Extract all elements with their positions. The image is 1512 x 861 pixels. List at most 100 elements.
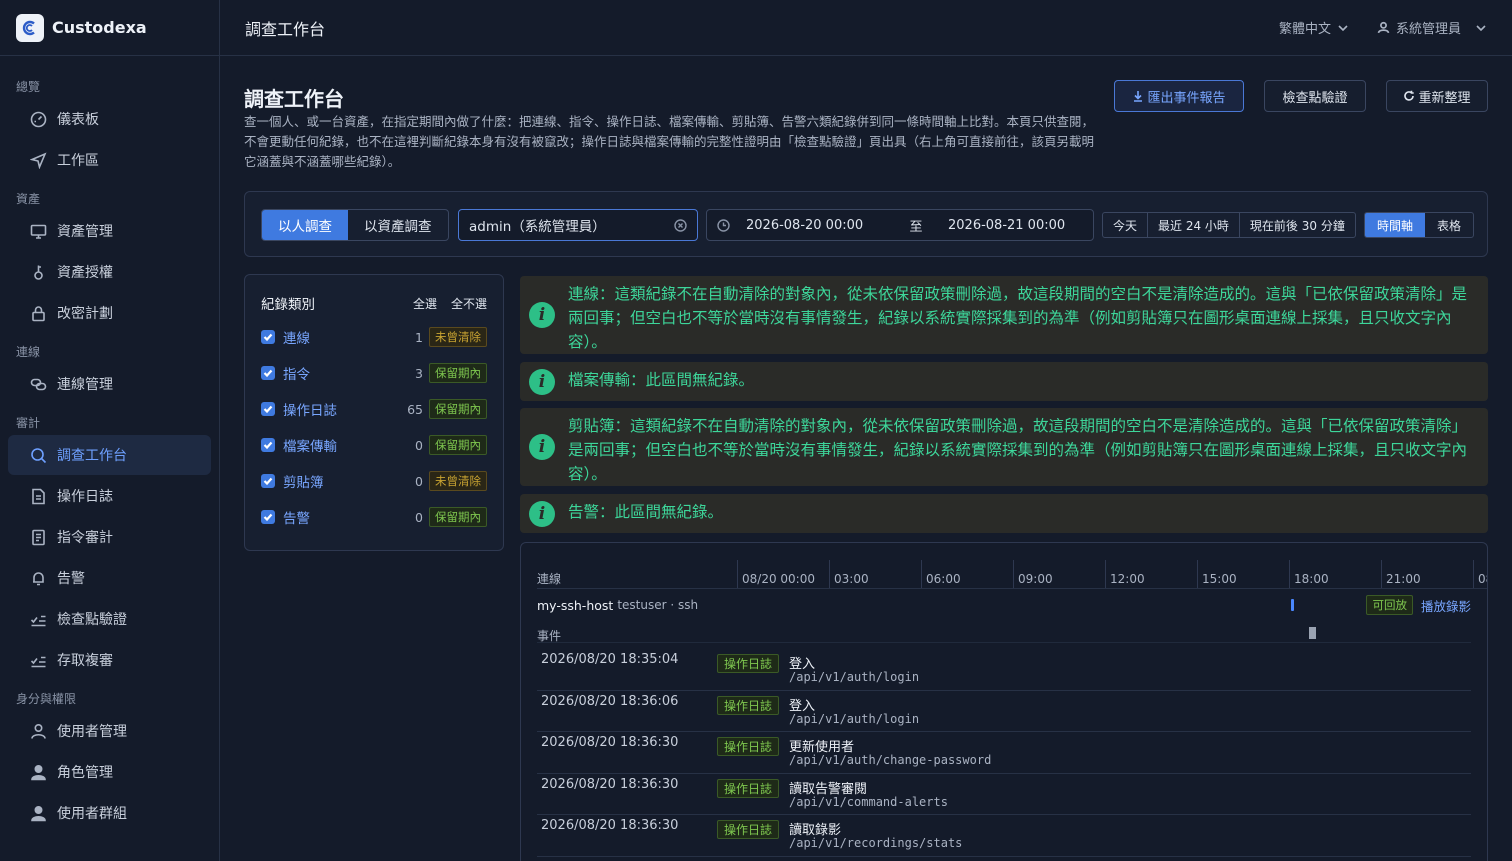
sidebar-item[interactable]: 使用者群組 [8, 793, 211, 833]
record-types-panel: 紀錄類別 全選 全不選 連線 1 未曾清除 指令 3 保留期內 操作日誌 65 … [244, 274, 504, 551]
sidebar-item[interactable]: 指令審計 [8, 517, 211, 557]
nav-section-label: 總覽 [16, 80, 41, 94]
language-menu[interactable]: 繁體中文 [1279, 18, 1349, 37]
monitor-icon [30, 224, 47, 239]
brand-name: Custodexa [52, 18, 147, 37]
record-type-row[interactable]: 連線 1 未曾清除 [261, 326, 487, 348]
notice-text: 檔案傳輸：此區間無紀錄。 [568, 371, 755, 389]
refresh-button[interactable]: 重新整理 [1386, 80, 1488, 112]
chevron-down-icon [1338, 24, 1348, 31]
clear-icon[interactable] [674, 218, 687, 232]
investigate-mode-switch: 以人調查 以資產調查 [261, 209, 449, 241]
select-all-button[interactable]: 全選 [413, 295, 437, 312]
page-description: 查一個人、或一台資產，在指定期間內做了什麼：把連線、指令、操作日誌、檔案傳輸、剪… [244, 114, 1095, 169]
record-type-row[interactable]: 檔案傳輸 0 保留期內 [261, 434, 487, 456]
checkbox[interactable] [261, 330, 275, 344]
mode-person-button[interactable]: 以人調查 [262, 210, 348, 240]
notice-connections: i 連線：這類紀錄不在自動清除的對象內，從未依保留政策刪除過，故這段期間的空白不… [520, 276, 1488, 354]
preset-24h-button[interactable]: 最近 24 小時 [1148, 213, 1240, 237]
record-type-row[interactable]: 指令 3 保留期內 [261, 362, 487, 384]
range-end[interactable]: 2026-08-21 00:00 [948, 218, 1065, 233]
record-type-label[interactable]: 連線 [283, 327, 310, 347]
lock-icon [32, 305, 45, 321]
connection-bar[interactable] [1291, 599, 1295, 611]
sidebar-item[interactable]: 資產授權 [8, 252, 211, 292]
record-type-label[interactable]: 指令 [283, 363, 310, 383]
info-icon: i [529, 500, 555, 527]
event-row[interactable]: 2026/08/20 18:36:30 操作日誌 讀取告警審閱 /api/v1/… [537, 774, 1471, 815]
preset-today-button[interactable]: 今天 [1103, 213, 1149, 237]
axis-tick: 15:00 [1197, 560, 1237, 588]
event-path: /api/v1/auth/login [789, 711, 920, 726]
select-none-button[interactable]: 全不選 [451, 295, 487, 312]
check-icon [263, 441, 273, 450]
sidebar-item[interactable]: 使用者管理 [8, 711, 211, 751]
sidebar-item[interactable]: 改密計劃 [8, 293, 211, 333]
brand[interactable]: Custodexa [0, 0, 219, 56]
axis-tick: 08/21 [1473, 560, 1487, 588]
export-report-button[interactable]: 匯出事件報告 [1114, 80, 1244, 112]
sidebar-item-label: 工作區 [57, 153, 99, 169]
sidebar-item[interactable]: 連線管理 [8, 364, 211, 404]
topbar: 調查工作台 繁體中文 系統管理員 [220, 0, 1512, 56]
nav-section-label: 資產 [16, 192, 41, 206]
record-type-row[interactable]: 剪貼簿 0 未曾清除 [261, 470, 487, 492]
refresh-icon [1404, 90, 1415, 101]
user-solid-icon [31, 805, 46, 821]
axis-tick: 03:00 [829, 560, 869, 588]
sidebar-item[interactable]: 儀表板 [8, 99, 211, 139]
sidebar-item[interactable]: 檢查點驗證 [8, 599, 211, 639]
event-type-tag: 操作日誌 [717, 737, 780, 756]
sidebar-item[interactable]: 工作區 [8, 140, 211, 180]
checkbox[interactable] [261, 438, 275, 452]
sidebar-item[interactable]: 資產管理 [8, 211, 211, 251]
axis-tick: 21:00 [1381, 560, 1421, 588]
connections-axis-label: 連線 [537, 572, 562, 586]
mode-asset-button[interactable]: 以資產調查 [348, 210, 448, 240]
record-type-row[interactable]: 操作日誌 65 保留期內 [261, 398, 487, 420]
date-range-picker[interactable]: 2026-08-20 00:00 至 2026-08-21 00:00 [706, 209, 1094, 241]
sidebar-item-label: 連線管理 [57, 377, 113, 393]
event-row[interactable]: 2026/08/20 18:36:30 操作日誌 更新使用者 /api/v1/a… [537, 732, 1471, 774]
connection-row[interactable]: my-ssh-host testuser · ssh 可回放 播放錄影 [537, 595, 1471, 615]
retention-badge: 保留期內 [429, 363, 487, 383]
play-recording-link[interactable]: 播放錄影 [1421, 596, 1471, 615]
brand-logo-icon [16, 13, 44, 42]
search-icon [31, 447, 47, 463]
record-type-count: 0 [415, 437, 423, 453]
view-table-button[interactable]: 表格 [1425, 213, 1473, 237]
sidebar-item[interactable]: 告警 [8, 558, 211, 598]
event-type-tag: 操作日誌 [717, 820, 780, 839]
range-start[interactable]: 2026-08-20 00:00 [746, 218, 896, 233]
record-type-label[interactable]: 告警 [283, 507, 310, 527]
sidebar-item[interactable]: 操作日誌 [8, 476, 211, 516]
event-row[interactable]: 2026/08/20 18:35:04 操作日誌 登入 /api/v1/auth… [537, 649, 1471, 691]
language-label: 繁體中文 [1278, 22, 1331, 37]
person-select[interactable]: admin（系統管理員） [458, 209, 698, 241]
record-type-row[interactable]: 告警 0 保留期內 [261, 506, 487, 528]
event-row[interactable]: 2026/08/20 18:36:06 操作日誌 登入 /api/v1/auth… [537, 691, 1471, 732]
checkbox[interactable] [261, 510, 275, 524]
timeline-axis: 連線 08/20 00:00 03:00 06:00 09:00 12:00 15:00 1… [537, 560, 1487, 589]
sidebar-item[interactable]: 角色管理 [8, 752, 211, 792]
sidebar-item[interactable]: 存取複審 [8, 640, 211, 680]
event-row[interactable]: 2026/08/20 18:36:30 操作日誌 讀取錄影 /api/v1/re… [537, 815, 1471, 857]
record-type-label[interactable]: 操作日誌 [283, 399, 337, 419]
checkbox[interactable] [261, 366, 275, 380]
checkpoint-verify-button[interactable]: 檢查點驗證 [1264, 80, 1366, 112]
view-timeline-button[interactable]: 時間軸 [1365, 213, 1426, 237]
bell-icon [33, 571, 44, 585]
sidebar-item[interactable]: 調查工作台 [8, 435, 211, 475]
checkbox[interactable] [261, 474, 275, 488]
record-type-label[interactable]: 剪貼簿 [283, 471, 324, 491]
user-menu[interactable]: 系統管理員 [1377, 18, 1487, 37]
event-type-tag: 操作日誌 [717, 695, 780, 715]
file-icon [32, 488, 45, 504]
record-type-label[interactable]: 檔案傳輸 [283, 435, 337, 455]
retention-badge: 保留期內 [429, 399, 487, 419]
checkbox[interactable] [261, 402, 275, 416]
event-marker[interactable] [1309, 627, 1317, 639]
connection-host: my-ssh-host [537, 597, 614, 613]
check-icon [263, 369, 273, 378]
preset-30min-button[interactable]: 現在前後 30 分鐘 [1240, 213, 1355, 237]
